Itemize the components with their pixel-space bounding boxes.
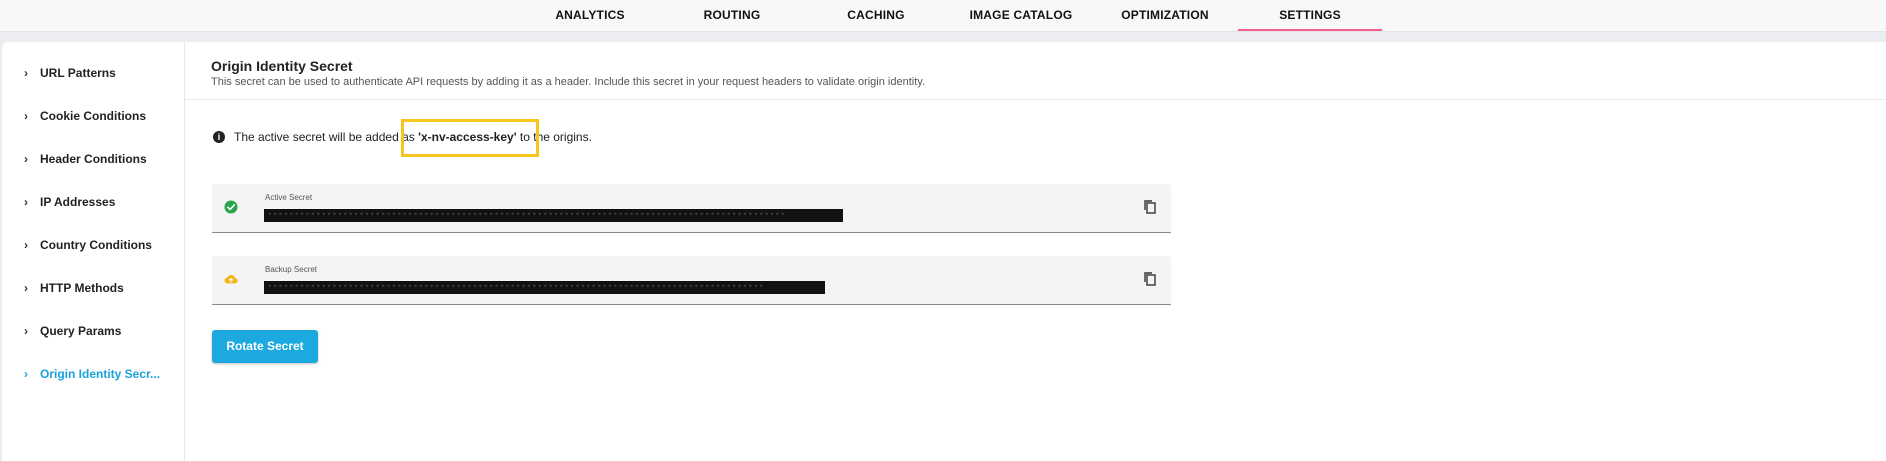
chevron-right-icon: › xyxy=(24,66,28,80)
divider xyxy=(185,99,1886,100)
sidebar-item-label: Country Conditions xyxy=(40,238,152,252)
sidebar-item-query-params[interactable]: › Query Params xyxy=(24,321,121,341)
chevron-right-icon: › xyxy=(24,195,28,209)
main-content: Origin Identity Secret This secret can b… xyxy=(185,42,1886,461)
sidebar-item-label: IP Addresses xyxy=(40,195,116,209)
cloud-upload-icon xyxy=(224,275,238,284)
top-navigation: ANALYTICS ROUTING CACHING IMAGE CATALOG … xyxy=(0,0,1886,32)
copy-icon[interactable] xyxy=(1142,199,1158,215)
chevron-right-icon: › xyxy=(24,281,28,295)
sidebar-item-origin-identity-secret[interactable]: › Origin Identity Secr... xyxy=(24,364,160,384)
backup-secret-value[interactable]: ••••••••••••••••••••••••••••••••••••••••… xyxy=(264,281,825,294)
active-secret-label: Active Secret xyxy=(265,193,313,202)
copy-icon[interactable] xyxy=(1142,271,1158,287)
backup-secret-label: Backup Secret xyxy=(265,265,318,274)
sidebar-item-label: HTTP Methods xyxy=(40,281,124,295)
sidebar-item-label: Cookie Conditions xyxy=(40,109,146,123)
sidebar-item-ip-addresses[interactable]: › IP Addresses xyxy=(24,192,115,212)
page-title: Origin Identity Secret xyxy=(211,58,353,74)
chevron-right-icon: › xyxy=(24,238,28,252)
tab-routing[interactable]: ROUTING xyxy=(688,0,776,31)
chevron-right-icon: › xyxy=(24,152,28,166)
tab-image-catalog[interactable]: IMAGE CATALOG xyxy=(966,0,1076,31)
active-secret-field[interactable]: Active Secret ••••••••••••••••••••••••••… xyxy=(212,184,1171,233)
settings-panel: › URL Patterns › Cookie Conditions › Header… xyxy=(2,42,1886,461)
tab-optimization[interactable]: OPTIMIZATION xyxy=(1112,0,1218,31)
chevron-right-icon: › xyxy=(24,109,28,123)
chevron-right-icon: › xyxy=(24,367,28,381)
backup-secret-field[interactable]: Backup Secret ••••••••••••••••••••••••••… xyxy=(212,256,1171,305)
sidebar-item-label: Origin Identity Secr... xyxy=(40,367,161,381)
sidebar-item-url-patterns[interactable]: › URL Patterns xyxy=(24,63,116,83)
info-prefix: The active secret will be added as xyxy=(234,130,415,144)
sidebar-item-label: Header Conditions xyxy=(40,152,147,166)
sidebar-item-label: Query Params xyxy=(40,324,122,338)
info-suffix: to the origins. xyxy=(519,130,592,144)
sidebar-item-label: URL Patterns xyxy=(40,66,116,80)
check-circle-icon xyxy=(224,200,238,214)
settings-sidebar: › URL Patterns › Cookie Conditions › Header… xyxy=(2,42,185,461)
tab-caching[interactable]: CACHING xyxy=(832,0,920,31)
page-description: This secret can be used to authenticate … xyxy=(211,76,926,88)
info-message: i The active secret will be added as 'x-n… xyxy=(213,126,592,148)
active-secret-value[interactable]: ••••••••••••••••••••••••••••••••••••••••… xyxy=(264,209,843,222)
sidebar-item-http-methods[interactable]: › HTTP Methods xyxy=(24,278,124,298)
header-key: 'x-nv-access-key' xyxy=(418,130,517,144)
rotate-secret-button[interactable]: Rotate Secret xyxy=(212,330,318,363)
info-icon: i xyxy=(213,130,225,143)
tab-analytics[interactable]: ANALYTICS xyxy=(546,0,634,31)
tab-settings[interactable]: SETTINGS xyxy=(1238,0,1382,31)
sidebar-item-header-conditions[interactable]: › Header Conditions xyxy=(24,149,147,169)
sidebar-item-cookie-conditions[interactable]: › Cookie Conditions xyxy=(24,106,146,126)
sidebar-item-country-conditions[interactable]: › Country Conditions xyxy=(24,235,152,255)
chevron-right-icon: › xyxy=(24,324,28,338)
